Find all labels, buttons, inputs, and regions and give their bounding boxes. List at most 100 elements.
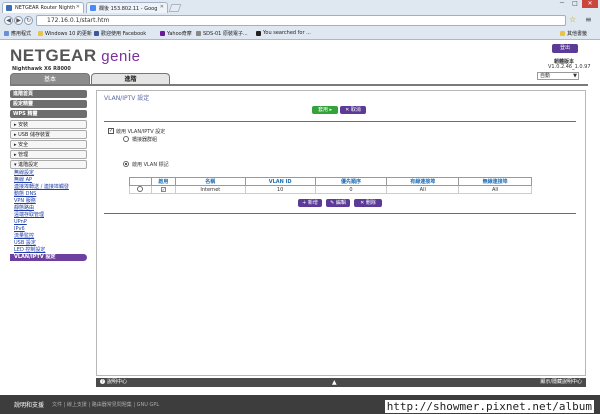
browser-chrome: NETGEAR Router Nighth ✕ 欄後 153.802.11 - … <box>0 0 600 40</box>
divider-top <box>104 121 576 122</box>
cancel-button[interactable]: ✕ 取消 <box>340 106 366 114</box>
language-select[interactable]: 自動 ▼ <box>537 72 579 80</box>
firmware-version: V1.0.2.46_1.0.97 <box>548 64 591 70</box>
row-wired-ports: All <box>386 185 460 194</box>
footer-links[interactable]: 文件 | 線上支援 | 路由器常見問題集 | GNU GPL <box>52 401 159 408</box>
sidebar-item-dynamic-dns[interactable]: 動態 DNS <box>10 191 87 198</box>
google-favicon-icon <box>90 5 96 11</box>
apps-icon <box>4 31 9 36</box>
sidebar-section-advanced-setup[interactable]: ▾ 進階設定 <box>10 160 87 169</box>
footer-title: 說明和支援 <box>14 402 45 409</box>
table-row[interactable]: ✓ Internet 10 0 All All <box>129 185 532 194</box>
menu-icon[interactable]: ≡ <box>585 15 592 24</box>
url-field[interactable]: 172.16.0.1/start.htm <box>36 15 566 26</box>
col-wireless-ports: 無線連接埠 <box>458 177 532 186</box>
show-hide-help-link[interactable]: 顯示/隱藏說明中心 <box>540 378 582 387</box>
vlan-tag-radio[interactable] <box>123 161 129 167</box>
sidebar-item-vlan-iptv[interactable]: VLAN/IPTV 設定 <box>10 254 87 261</box>
sidebar-item-usb-settings[interactable]: USB 設定 <box>10 240 87 247</box>
sidebar-item-static-routes[interactable]: 靜態路由 <box>10 205 87 212</box>
back-icon[interactable]: ◀ <box>4 16 13 25</box>
sidebar: 進階首頁 設定精靈 WPS 精靈 ▸ 安裝 ▸ USB 儲存裝置 ▸ 安全 ▸ … <box>10 90 87 261</box>
star-icon[interactable]: ☆ <box>569 15 576 24</box>
netgear-favicon-icon <box>6 5 12 11</box>
bridge-group-radio[interactable] <box>123 136 129 142</box>
sidebar-item-upnp[interactable]: UPnP <box>10 219 87 226</box>
reload-icon[interactable]: ↻ <box>24 16 33 25</box>
edit-button[interactable]: ✎ 編輯 <box>326 199 350 207</box>
help-center-bar: ? 說明中心 ▲ 顯示/隱藏說明中心 <box>96 378 586 387</box>
sidebar-section-setup[interactable]: ▸ 安裝 <box>10 120 87 129</box>
bookmark-search[interactable]: You searched for ... <box>256 30 311 36</box>
sidebar-item-advanced-home[interactable]: 進階首頁 <box>10 90 87 98</box>
close-tab-icon[interactable]: ✕ <box>160 4 164 10</box>
yahoo-icon <box>160 31 165 36</box>
sidebar-item-led-control[interactable]: LED 控制設定 <box>10 247 87 254</box>
delete-button[interactable]: ✕ 刪除 <box>354 199 382 207</box>
help-center-toggle[interactable]: ? 說明中心 <box>100 378 127 387</box>
sidebar-item-traffic-meter[interactable]: 流量監控 <box>10 233 87 240</box>
sidebar-section-administration[interactable]: ▸ 管理 <box>10 150 87 159</box>
folder-icon <box>38 31 43 36</box>
bookmark-label: 其他書籤 <box>567 31 588 37</box>
bookmarks-bar: 應用程式 Windows 10 的更新 歡迎使用 Facebook Yahoo奇… <box>0 28 600 39</box>
sidebar-item-port-forwarding[interactable]: 連接埠轉送 / 連接埠觸發 <box>10 184 87 191</box>
help-center-label: 說明中心 <box>107 379 128 385</box>
bookmark-label: Windows 10 的更新 <box>45 31 92 37</box>
bookmark-windows10[interactable]: Windows 10 的更新 <box>38 30 92 37</box>
page-title: VLAN/IPTV 設定 <box>104 95 150 102</box>
tab-label: 欄後 153.802.11 - Goog <box>99 6 158 12</box>
bridge-group-label: 橋接器群組 <box>132 137 158 143</box>
browser-tab-router[interactable]: NETGEAR Router Nighth ✕ <box>2 2 84 13</box>
col-enable: 啟用 <box>150 177 176 186</box>
add-button[interactable]: + 新增 <box>298 199 322 207</box>
bookmark-sds01[interactable]: SDS-01 原裝電子... <box>196 30 248 37</box>
minimize-button[interactable]: － <box>556 0 568 8</box>
logout-button[interactable]: 登出 <box>552 44 578 53</box>
sidebar-section-security[interactable]: ▸ 安全 <box>10 140 87 149</box>
vlan-table: 啟用 名稱 VLAN ID 優先順序 有線連接埠 無線連接埠 ✓ Interne… <box>129 177 532 194</box>
chevron-down-icon: ▼ <box>573 73 577 79</box>
close-tab-icon[interactable]: ✕ <box>76 4 80 10</box>
bookmark-apps[interactable]: 應用程式 <box>4 30 31 37</box>
forward-icon[interactable]: ▶ <box>14 16 23 25</box>
folder-icon <box>560 31 565 36</box>
bookmark-label: SDS-01 原裝電子... <box>203 31 248 37</box>
row-priority: 0 <box>314 185 388 194</box>
tab-divider <box>10 84 588 86</box>
col-select <box>129 177 152 186</box>
apply-button[interactable]: 套用 ▸ <box>312 106 338 114</box>
collapse-arrow-icon[interactable]: ▲ <box>332 378 337 387</box>
row-enable-checkbox[interactable]: ✓ <box>160 186 166 192</box>
sidebar-section-usb-storage[interactable]: ▸ USB 儲存裝置 <box>10 130 87 139</box>
sidebar-item-vpn-service[interactable]: VPN 服務 <box>10 198 87 205</box>
language-value: 自動 <box>540 73 551 79</box>
sidebar-item-ipv6[interactable]: IPv6 <box>10 226 87 233</box>
content-panel <box>96 90 586 376</box>
address-bar-row: ◀ ▶ ↻ 172.16.0.1/start.htm ☆ ≡ <box>2 14 598 27</box>
tab-label: NETGEAR Router Nighth <box>15 5 76 11</box>
help-icon: ? <box>100 379 105 384</box>
bookmark-facebook[interactable]: 歡迎使用 Facebook <box>94 30 146 37</box>
bookmark-yahoo[interactable]: Yahoo奇摩 <box>160 30 192 37</box>
enable-vlan-checkbox[interactable]: ✓ <box>108 128 114 134</box>
maximize-button[interactable]: □ <box>569 0 581 8</box>
new-tab-button[interactable] <box>168 4 182 12</box>
logo-genie: genie <box>96 48 141 65</box>
row-vlan-id: 10 <box>244 185 316 194</box>
row-wireless-ports: All <box>458 185 532 194</box>
enable-vlan-label: 啟用 VLAN/IPTV 設定 <box>116 129 166 135</box>
col-vlan-id: VLAN ID <box>244 177 316 186</box>
table-header-row: 啟用 名稱 VLAN ID 優先順序 有線連接埠 無線連接埠 <box>129 177 532 186</box>
close-window-button[interactable]: ✕ <box>582 0 598 8</box>
row-select-radio[interactable] <box>137 186 144 193</box>
browser-tab-search[interactable]: 欄後 153.802.11 - Goog ✕ <box>86 2 168 13</box>
vlan-tag-label: 啟用 VLAN 標記 <box>132 162 169 168</box>
sidebar-item-setup-wizard[interactable]: 設定精靈 <box>10 100 87 108</box>
sidebar-item-remote-management[interactable]: 遠端存取管理 <box>10 212 87 219</box>
sidebar-item-wireless-settings[interactable]: 無線設定 <box>10 170 87 177</box>
sidebar-item-wps-wizard[interactable]: WPS 精靈 <box>10 110 87 118</box>
sidebar-item-wireless-ap[interactable]: 無線 AP <box>10 177 87 184</box>
bookmark-other[interactable]: 其他書籤 <box>560 30 587 37</box>
row-name: Internet <box>174 185 246 194</box>
